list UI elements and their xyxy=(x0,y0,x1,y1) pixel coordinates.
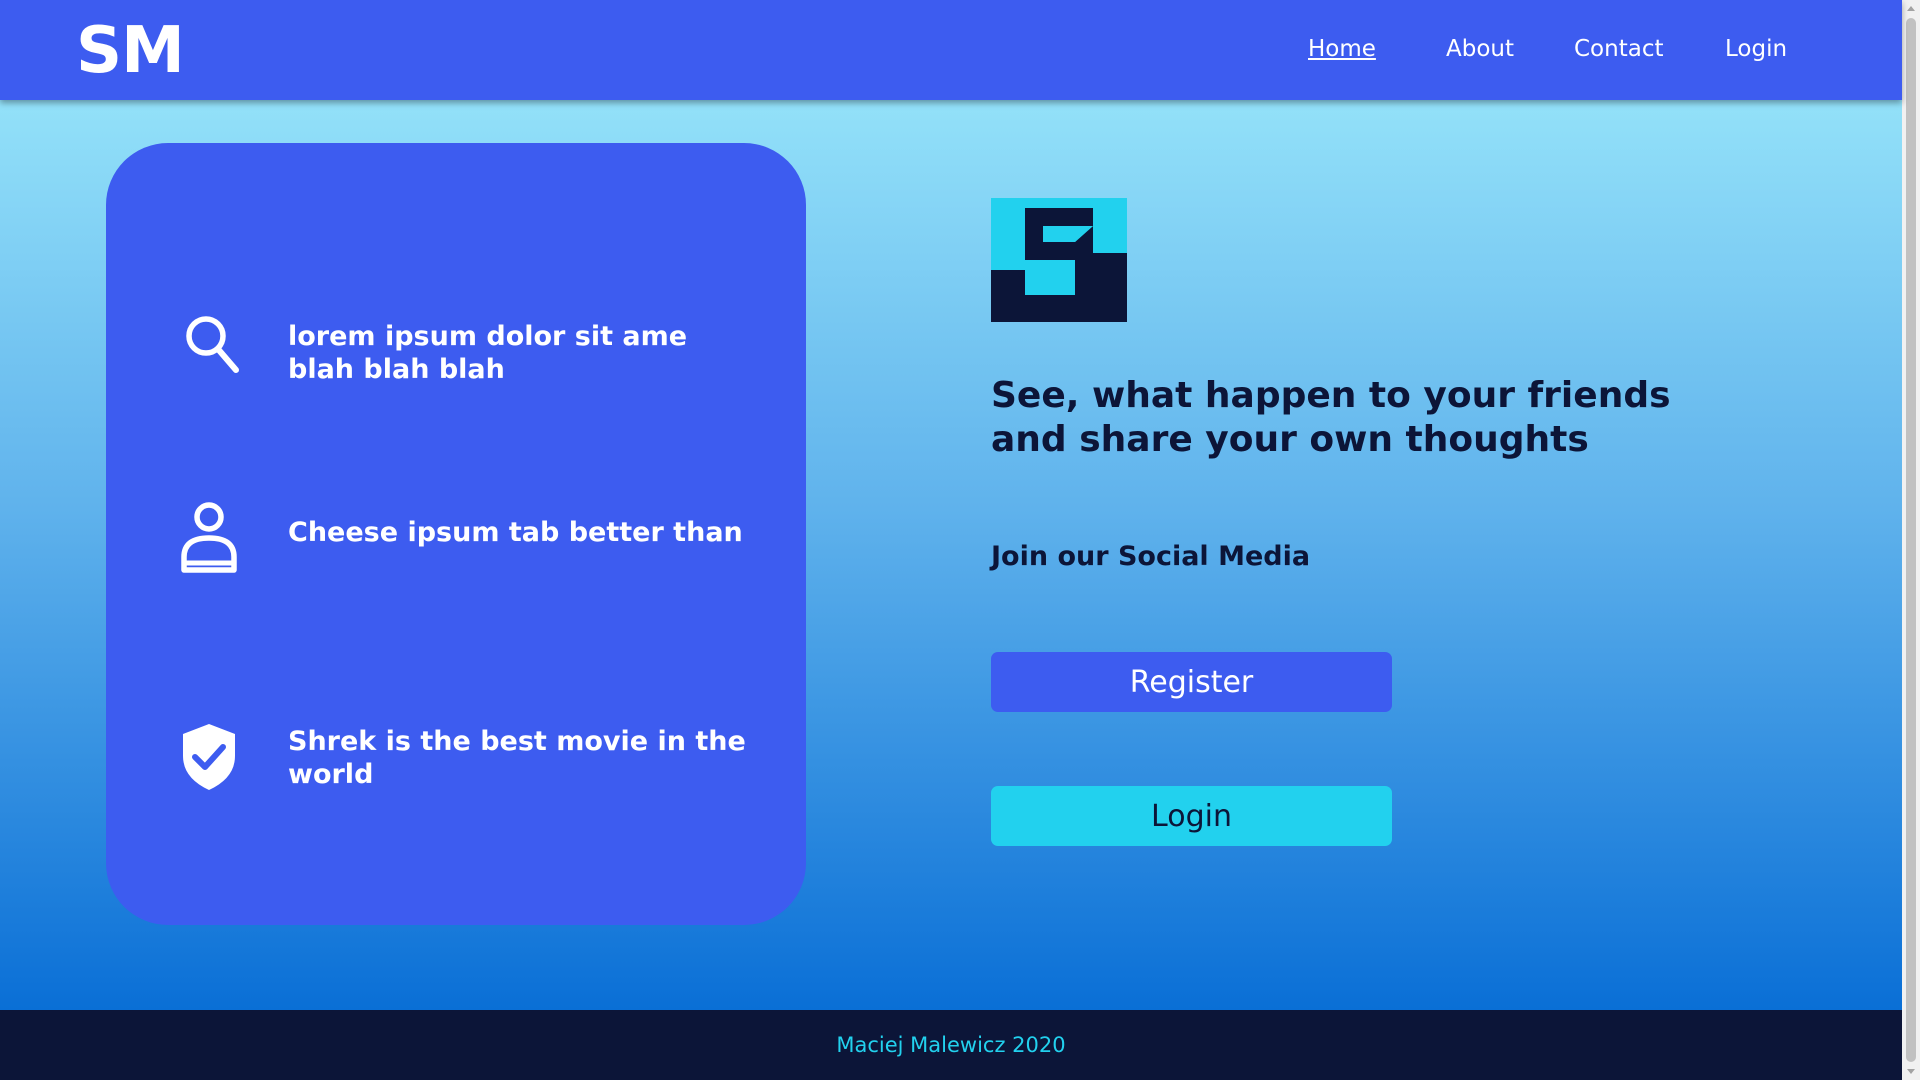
nav-link-about[interactable]: About xyxy=(1446,36,1514,62)
scroll-up-arrow-icon[interactable] xyxy=(1907,6,1915,11)
main-content: lorem ipsum dolor sit ame blah blah blah… xyxy=(0,100,1902,1010)
feature-text-search: lorem ipsum dolor sit ame blah blah blah xyxy=(288,321,688,385)
nav-link-login[interactable]: Login xyxy=(1725,36,1787,62)
feature-text-shield: Shrek is the best movie in the world xyxy=(288,726,746,790)
user-icon xyxy=(181,500,241,573)
site-header: SM Home About Contact Login xyxy=(0,0,1902,100)
nav-link-contact[interactable]: Contact xyxy=(1574,36,1663,62)
register-button[interactable]: Register xyxy=(991,652,1392,712)
page-scrollbar[interactable] xyxy=(1902,0,1920,1080)
footer-credit: Maciej Malewicz 2020 xyxy=(836,1033,1066,1057)
feature-text-user: Cheese ipsum tab better than xyxy=(288,517,743,548)
login-button[interactable]: Login xyxy=(991,786,1392,846)
shield-check-icon xyxy=(181,722,241,792)
features-card: lorem ipsum dolor sit ame blah blah blah… xyxy=(106,143,806,925)
search-icon xyxy=(181,309,241,379)
scrollbar-thumb[interactable] xyxy=(1906,18,1916,1062)
site-footer: Maciej Malewicz 2020 xyxy=(0,1010,1902,1080)
join-heading: Join our Social Media xyxy=(991,541,1311,572)
s-block-logo-icon xyxy=(991,198,1127,322)
scroll-down-arrow-icon[interactable] xyxy=(1907,1069,1915,1074)
hero-tagline: See, what happen to your friends and sha… xyxy=(991,375,1671,460)
site-logo[interactable]: SM xyxy=(76,14,185,88)
nav-link-home[interactable]: Home xyxy=(1308,36,1376,62)
